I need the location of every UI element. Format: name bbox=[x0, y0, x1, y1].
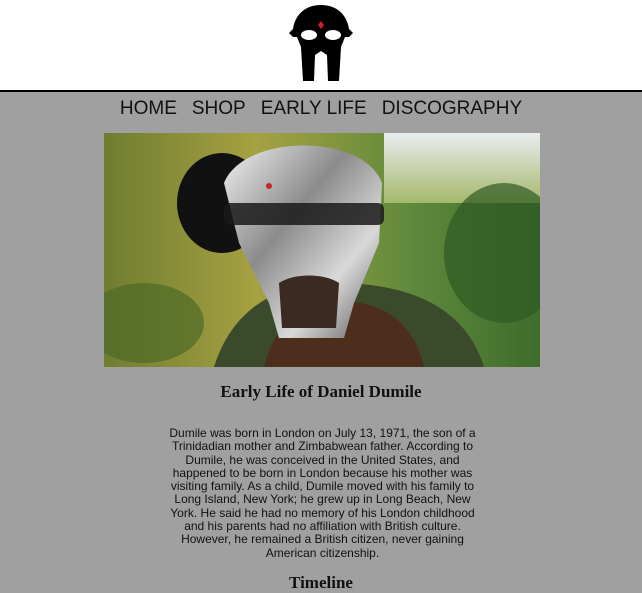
site-header bbox=[0, 0, 642, 92]
timeline-heading: Timeline bbox=[289, 573, 353, 592]
hero-photo bbox=[104, 133, 540, 367]
page-title: Early Life of Daniel Dumile bbox=[220, 382, 422, 401]
mask-logo-icon[interactable] bbox=[287, 3, 355, 85]
nav-early-life[interactable]: EARLY LIFE bbox=[261, 96, 367, 122]
nav-shop[interactable]: SHOP bbox=[192, 96, 246, 122]
nav-home[interactable]: HOME bbox=[120, 96, 177, 122]
early-life-paragraph: Dumile was born in London on July 13, 19… bbox=[169, 426, 476, 560]
nav-discography[interactable]: DISCOGRAPHY bbox=[382, 96, 522, 122]
main-nav: HOME SHOP EARLY LIFE DISCOGRAPHY bbox=[0, 96, 642, 122]
